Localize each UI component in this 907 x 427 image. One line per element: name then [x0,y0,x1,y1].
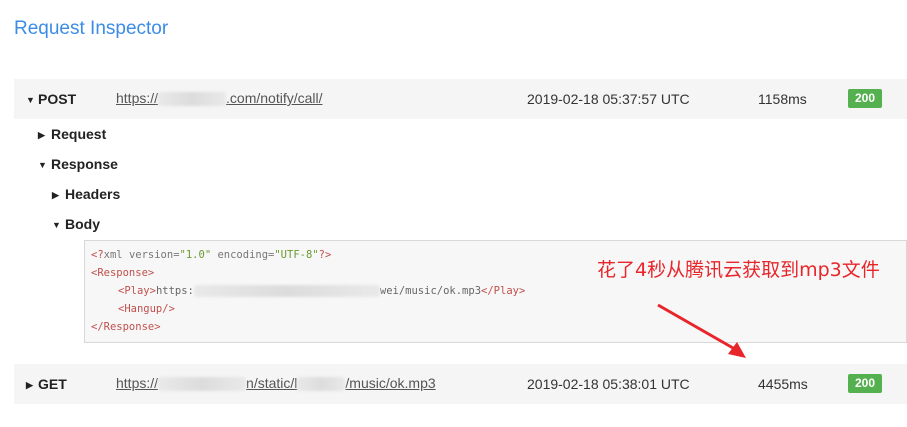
code-line-response-close: </Response> [91,321,161,333]
annotation-text: 花了4秒从腾讯云获取到mp3文件 [597,259,880,281]
request-duration: 1158ms [758,91,807,107]
annotation-arrow-icon [657,303,746,358]
redacted-blur [193,285,380,297]
status-badge: 200 [848,89,882,108]
tree-headers[interactable]: ▶ Headers [52,186,120,202]
tree-response[interactable]: ▼ Response [38,156,118,172]
code-line-xml-decl: <?xml version="1.0" encoding="UTF-8"?> [91,249,332,261]
response-body-code: <?xml version="1.0" encoding="UTF-8"?> <… [84,240,907,343]
request-row-post[interactable]: ▼ POST https://.com/notify/call/ 2019-02-… [14,79,907,119]
code-line-hangup: <Hangup/> [118,303,175,315]
status-badge: 200 [848,374,882,393]
redacted-blur [158,92,227,107]
page-title: Request Inspector [14,18,169,39]
caret-down-icon: ▼ [52,220,61,230]
request-url[interactable]: https://.com/notify/call/ [116,90,323,107]
tree-request[interactable]: ▶ Request [38,126,106,142]
code-line-play: <Play>https: wei/music/ok.mp3</Play> [118,285,526,297]
request-timestamp: 2019-02-18 05:38:01 UTC [527,376,690,392]
request-row-get[interactable]: ▶ GET https://n/static/l/music/ok.mp3 201… [14,364,907,404]
caret-down-icon: ▼ [38,160,47,170]
code-line-response-open: <Response> [91,267,155,279]
redacted-blur [158,377,247,392]
request-duration: 4455ms [758,376,808,392]
tree-body[interactable]: ▼ Body [52,216,100,232]
caret-down-icon: ▼ [26,95,35,105]
request-method[interactable]: ▼ POST [26,91,76,107]
caret-right-icon: ▶ [52,190,59,200]
caret-right-icon: ▶ [38,130,45,140]
request-url[interactable]: https://n/static/l/music/ok.mp3 [116,375,436,392]
caret-right-icon: ▶ [26,380,33,390]
redacted-blur [297,377,346,392]
request-timestamp: 2019-02-18 05:37:57 UTC [527,91,690,107]
request-method[interactable]: ▶ GET [26,376,67,392]
